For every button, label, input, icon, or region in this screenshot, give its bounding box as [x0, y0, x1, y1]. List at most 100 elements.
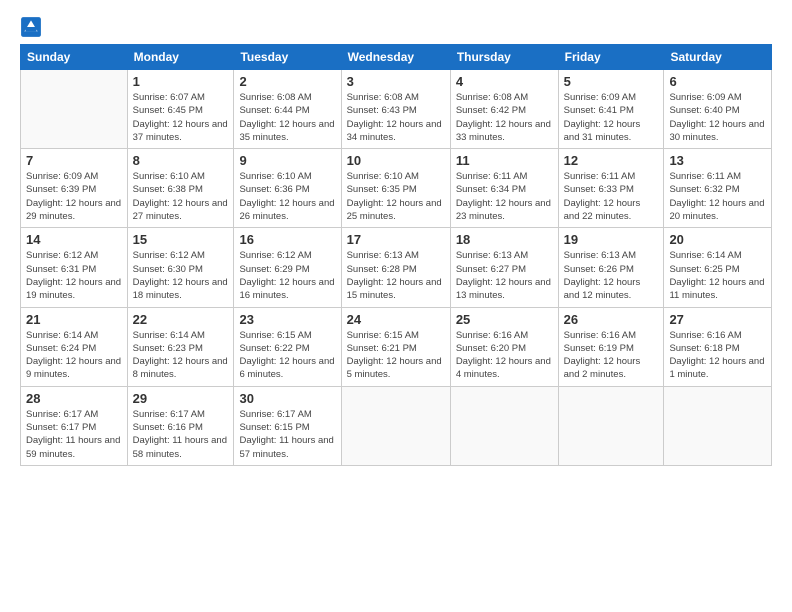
day-info: Sunrise: 6:08 AMSunset: 6:44 PMDaylight:…: [239, 91, 335, 144]
day-number: 29: [133, 391, 229, 406]
calendar-cell: 11 Sunrise: 6:11 AMSunset: 6:34 PMDayligh…: [450, 149, 558, 228]
day-number: 18: [456, 232, 553, 247]
day-info: Sunrise: 6:16 AMSunset: 6:20 PMDaylight:…: [456, 329, 553, 382]
day-info: Sunrise: 6:11 AMSunset: 6:32 PMDaylight:…: [669, 170, 766, 223]
day-number: 24: [347, 312, 445, 327]
day-number: 30: [239, 391, 335, 406]
day-number: 28: [26, 391, 122, 406]
day-info: Sunrise: 6:09 AMSunset: 6:40 PMDaylight:…: [669, 91, 766, 144]
day-info: Sunrise: 6:16 AMSunset: 6:19 PMDaylight:…: [564, 329, 659, 382]
day-number: 23: [239, 312, 335, 327]
calendar-cell: 28 Sunrise: 6:17 AMSunset: 6:17 PMDayligh…: [21, 386, 128, 465]
calendar-cell: 25 Sunrise: 6:16 AMSunset: 6:20 PMDayligh…: [450, 307, 558, 386]
day-info: Sunrise: 6:08 AMSunset: 6:43 PMDaylight:…: [347, 91, 445, 144]
calendar-cell: 17 Sunrise: 6:13 AMSunset: 6:28 PMDayligh…: [341, 228, 450, 307]
day-info: Sunrise: 6:11 AMSunset: 6:34 PMDaylight:…: [456, 170, 553, 223]
calendar-cell: [341, 386, 450, 465]
day-number: 10: [347, 153, 445, 168]
weekday-header-friday: Friday: [558, 45, 664, 70]
day-number: 6: [669, 74, 766, 89]
calendar: SundayMondayTuesdayWednesdayThursdayFrid…: [20, 44, 772, 466]
day-info: Sunrise: 6:15 AMSunset: 6:22 PMDaylight:…: [239, 329, 335, 382]
day-number: 19: [564, 232, 659, 247]
calendar-cell: 13 Sunrise: 6:11 AMSunset: 6:32 PMDayligh…: [664, 149, 772, 228]
day-number: 13: [669, 153, 766, 168]
day-info: Sunrise: 6:07 AMSunset: 6:45 PMDaylight:…: [133, 91, 229, 144]
day-number: 21: [26, 312, 122, 327]
day-number: 11: [456, 153, 553, 168]
calendar-cell: 30 Sunrise: 6:17 AMSunset: 6:15 PMDayligh…: [234, 386, 341, 465]
weekday-header-sunday: Sunday: [21, 45, 128, 70]
day-info: Sunrise: 6:10 AMSunset: 6:36 PMDaylight:…: [239, 170, 335, 223]
day-number: 4: [456, 74, 553, 89]
day-number: 14: [26, 232, 122, 247]
calendar-cell: 15 Sunrise: 6:12 AMSunset: 6:30 PMDayligh…: [127, 228, 234, 307]
calendar-cell: 22 Sunrise: 6:14 AMSunset: 6:23 PMDayligh…: [127, 307, 234, 386]
calendar-cell: 9 Sunrise: 6:10 AMSunset: 6:36 PMDaylight…: [234, 149, 341, 228]
day-number: 12: [564, 153, 659, 168]
day-number: 26: [564, 312, 659, 327]
calendar-cell: 2 Sunrise: 6:08 AMSunset: 6:44 PMDaylight…: [234, 70, 341, 149]
day-number: 7: [26, 153, 122, 168]
day-info: Sunrise: 6:08 AMSunset: 6:42 PMDaylight:…: [456, 91, 553, 144]
logo: [20, 16, 46, 38]
day-info: Sunrise: 6:17 AMSunset: 6:16 PMDaylight:…: [133, 408, 229, 461]
day-info: Sunrise: 6:14 AMSunset: 6:23 PMDaylight:…: [133, 329, 229, 382]
calendar-cell: 23 Sunrise: 6:15 AMSunset: 6:22 PMDayligh…: [234, 307, 341, 386]
day-info: Sunrise: 6:09 AMSunset: 6:41 PMDaylight:…: [564, 91, 659, 144]
day-info: Sunrise: 6:15 AMSunset: 6:21 PMDaylight:…: [347, 329, 445, 382]
calendar-cell: 14 Sunrise: 6:12 AMSunset: 6:31 PMDayligh…: [21, 228, 128, 307]
day-info: Sunrise: 6:17 AMSunset: 6:15 PMDaylight:…: [239, 408, 335, 461]
day-info: Sunrise: 6:12 AMSunset: 6:30 PMDaylight:…: [133, 249, 229, 302]
day-info: Sunrise: 6:09 AMSunset: 6:39 PMDaylight:…: [26, 170, 122, 223]
day-info: Sunrise: 6:11 AMSunset: 6:33 PMDaylight:…: [564, 170, 659, 223]
weekday-header-tuesday: Tuesday: [234, 45, 341, 70]
day-info: Sunrise: 6:14 AMSunset: 6:25 PMDaylight:…: [669, 249, 766, 302]
calendar-cell: [664, 386, 772, 465]
day-number: 2: [239, 74, 335, 89]
day-number: 17: [347, 232, 445, 247]
day-number: 5: [564, 74, 659, 89]
day-number: 15: [133, 232, 229, 247]
day-number: 22: [133, 312, 229, 327]
day-number: 3: [347, 74, 445, 89]
day-info: Sunrise: 6:16 AMSunset: 6:18 PMDaylight:…: [669, 329, 766, 382]
day-info: Sunrise: 6:13 AMSunset: 6:26 PMDaylight:…: [564, 249, 659, 302]
calendar-cell: 10 Sunrise: 6:10 AMSunset: 6:35 PMDayligh…: [341, 149, 450, 228]
calendar-cell: 5 Sunrise: 6:09 AMSunset: 6:41 PMDaylight…: [558, 70, 664, 149]
calendar-cell: 16 Sunrise: 6:12 AMSunset: 6:29 PMDayligh…: [234, 228, 341, 307]
calendar-cell: 24 Sunrise: 6:15 AMSunset: 6:21 PMDayligh…: [341, 307, 450, 386]
day-info: Sunrise: 6:12 AMSunset: 6:29 PMDaylight:…: [239, 249, 335, 302]
calendar-cell: 6 Sunrise: 6:09 AMSunset: 6:40 PMDaylight…: [664, 70, 772, 149]
day-info: Sunrise: 6:10 AMSunset: 6:35 PMDaylight:…: [347, 170, 445, 223]
day-number: 16: [239, 232, 335, 247]
day-info: Sunrise: 6:10 AMSunset: 6:38 PMDaylight:…: [133, 170, 229, 223]
calendar-cell: [21, 70, 128, 149]
weekday-header-wednesday: Wednesday: [341, 45, 450, 70]
day-number: 9: [239, 153, 335, 168]
calendar-cell: 8 Sunrise: 6:10 AMSunset: 6:38 PMDaylight…: [127, 149, 234, 228]
day-number: 8: [133, 153, 229, 168]
calendar-cell: [450, 386, 558, 465]
day-info: Sunrise: 6:17 AMSunset: 6:17 PMDaylight:…: [26, 408, 122, 461]
calendar-cell: 4 Sunrise: 6:08 AMSunset: 6:42 PMDaylight…: [450, 70, 558, 149]
day-number: 27: [669, 312, 766, 327]
day-info: Sunrise: 6:14 AMSunset: 6:24 PMDaylight:…: [26, 329, 122, 382]
day-number: 1: [133, 74, 229, 89]
calendar-cell: 12 Sunrise: 6:11 AMSunset: 6:33 PMDayligh…: [558, 149, 664, 228]
day-number: 25: [456, 312, 553, 327]
calendar-cell: 26 Sunrise: 6:16 AMSunset: 6:19 PMDayligh…: [558, 307, 664, 386]
calendar-cell: [558, 386, 664, 465]
calendar-cell: 27 Sunrise: 6:16 AMSunset: 6:18 PMDayligh…: [664, 307, 772, 386]
calendar-cell: 21 Sunrise: 6:14 AMSunset: 6:24 PMDayligh…: [21, 307, 128, 386]
weekday-header-monday: Monday: [127, 45, 234, 70]
day-number: 20: [669, 232, 766, 247]
calendar-cell: 20 Sunrise: 6:14 AMSunset: 6:25 PMDayligh…: [664, 228, 772, 307]
calendar-cell: 1 Sunrise: 6:07 AMSunset: 6:45 PMDaylight…: [127, 70, 234, 149]
calendar-cell: 3 Sunrise: 6:08 AMSunset: 6:43 PMDaylight…: [341, 70, 450, 149]
day-info: Sunrise: 6:13 AMSunset: 6:28 PMDaylight:…: [347, 249, 445, 302]
day-info: Sunrise: 6:12 AMSunset: 6:31 PMDaylight:…: [26, 249, 122, 302]
calendar-cell: 29 Sunrise: 6:17 AMSunset: 6:16 PMDayligh…: [127, 386, 234, 465]
weekday-header-thursday: Thursday: [450, 45, 558, 70]
calendar-cell: 19 Sunrise: 6:13 AMSunset: 6:26 PMDayligh…: [558, 228, 664, 307]
